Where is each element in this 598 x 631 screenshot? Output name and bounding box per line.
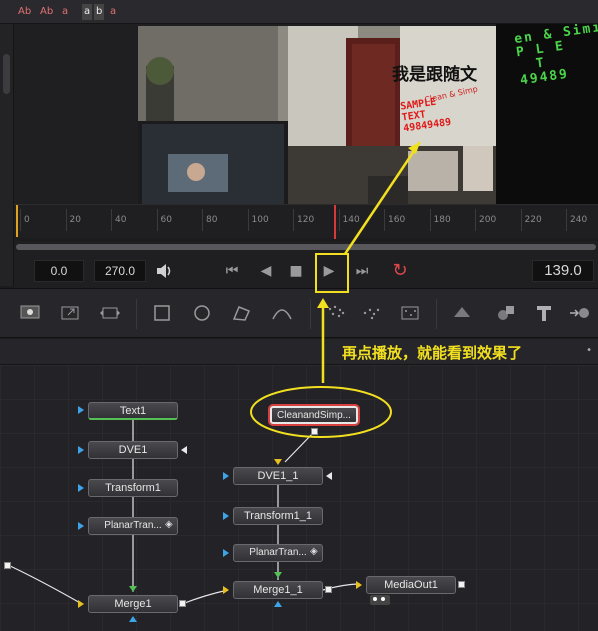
node-input-blue[interactable]: [274, 601, 282, 607]
node-text1[interactable]: Text1: [88, 402, 178, 420]
node-input-yellow[interactable]: [356, 581, 362, 589]
node-output[interactable]: [179, 600, 186, 607]
node-dve1-1[interactable]: DVE1_1: [233, 467, 323, 485]
node-output[interactable]: [325, 586, 332, 593]
node-input-blue[interactable]: [129, 616, 137, 622]
node-input-blue[interactable]: [223, 472, 229, 480]
node-input-blue[interactable]: [223, 512, 229, 520]
node-input-yellow[interactable]: [78, 600, 84, 608]
node-options-icon[interactable]: ◈: [165, 519, 173, 530]
node-input-blue[interactable]: [78, 522, 84, 530]
node-options-icon[interactable]: ◈: [310, 546, 318, 557]
node-input-blue[interactable]: [78, 406, 84, 414]
node-input-mask[interactable]: [326, 472, 332, 480]
node-input-blue[interactable]: [78, 484, 84, 492]
node-transform1-1[interactable]: Transform1_1: [233, 507, 323, 525]
node-dve1[interactable]: DVE1: [88, 441, 178, 459]
node-input-green[interactable]: [274, 572, 282, 578]
node-merge1[interactable]: Merge1: [88, 595, 178, 613]
node-merge1-1[interactable]: Merge1_1: [233, 581, 323, 599]
node-viewer-toggle[interactable]: [370, 595, 390, 605]
node-mediaout1[interactable]: MediaOut1: [366, 576, 456, 594]
node-output[interactable]: [458, 581, 465, 588]
node-input-yellow[interactable]: [274, 459, 282, 465]
node-output[interactable]: [311, 428, 318, 435]
node-cleanandsimple[interactable]: CleanandSimp...: [270, 406, 358, 424]
node-input-yellow[interactable]: [223, 586, 229, 594]
node-output[interactable]: [4, 562, 11, 569]
node-input-blue[interactable]: [223, 549, 229, 557]
node-connections: [7, 420, 361, 605]
annotation-label: 再点播放，就能看到效果了: [342, 344, 523, 362]
node-input-blue[interactable]: [78, 446, 84, 454]
node-transform1[interactable]: Transform1: [88, 479, 178, 497]
node-input-mask[interactable]: [181, 446, 187, 454]
node-input-green[interactable]: [129, 586, 137, 592]
